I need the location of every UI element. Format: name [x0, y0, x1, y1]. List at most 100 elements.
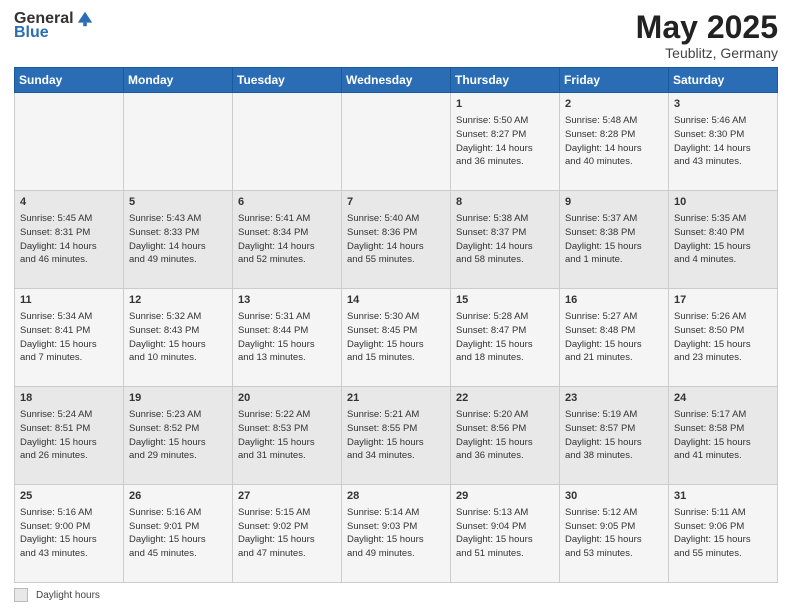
day-info: Sunrise: 5:41 AM Sunset: 8:34 PM Dayligh… [238, 212, 336, 267]
day-info: Sunrise: 5:23 AM Sunset: 8:52 PM Dayligh… [129, 408, 227, 463]
day-info: Sunrise: 5:19 AM Sunset: 8:57 PM Dayligh… [565, 408, 663, 463]
day-number: 25 [20, 489, 118, 505]
day-number: 29 [456, 489, 554, 505]
day-info: Sunrise: 5:26 AM Sunset: 8:50 PM Dayligh… [674, 310, 772, 365]
calendar-cell: 18Sunrise: 5:24 AM Sunset: 8:51 PM Dayli… [15, 387, 124, 485]
calendar-header: Sunday Monday Tuesday Wednesday Thursday… [15, 68, 778, 93]
day-info: Sunrise: 5:40 AM Sunset: 8:36 PM Dayligh… [347, 212, 445, 267]
day-info: Sunrise: 5:37 AM Sunset: 8:38 PM Dayligh… [565, 212, 663, 267]
day-number: 9 [565, 195, 663, 211]
calendar-week-3: 11Sunrise: 5:34 AM Sunset: 8:41 PM Dayli… [15, 289, 778, 387]
day-number: 28 [347, 489, 445, 505]
day-number: 10 [674, 195, 772, 211]
page: General Blue May 2025 Teublitz, Germany … [0, 0, 792, 612]
calendar-cell: 28Sunrise: 5:14 AM Sunset: 9:03 PM Dayli… [342, 485, 451, 583]
calendar-cell: 16Sunrise: 5:27 AM Sunset: 8:48 PM Dayli… [560, 289, 669, 387]
day-number: 11 [20, 293, 118, 309]
day-number: 8 [456, 195, 554, 211]
col-wednesday: Wednesday [342, 68, 451, 93]
calendar-cell: 10Sunrise: 5:35 AM Sunset: 8:40 PM Dayli… [669, 191, 778, 289]
calendar-cell: 3Sunrise: 5:46 AM Sunset: 8:30 PM Daylig… [669, 93, 778, 191]
day-number: 21 [347, 391, 445, 407]
calendar-cell: 2Sunrise: 5:48 AM Sunset: 8:28 PM Daylig… [560, 93, 669, 191]
day-info: Sunrise: 5:14 AM Sunset: 9:03 PM Dayligh… [347, 506, 445, 561]
day-info: Sunrise: 5:38 AM Sunset: 8:37 PM Dayligh… [456, 212, 554, 267]
calendar-week-5: 25Sunrise: 5:16 AM Sunset: 9:00 PM Dayli… [15, 485, 778, 583]
logo: General Blue [14, 10, 94, 42]
day-number: 31 [674, 489, 772, 505]
day-info: Sunrise: 5:21 AM Sunset: 8:55 PM Dayligh… [347, 408, 445, 463]
calendar-cell: 22Sunrise: 5:20 AM Sunset: 8:56 PM Dayli… [451, 387, 560, 485]
day-number: 12 [129, 293, 227, 309]
calendar-cell [124, 93, 233, 191]
col-tuesday: Tuesday [233, 68, 342, 93]
calendar-cell: 23Sunrise: 5:19 AM Sunset: 8:57 PM Dayli… [560, 387, 669, 485]
header: General Blue May 2025 Teublitz, Germany [14, 10, 778, 61]
day-number: 13 [238, 293, 336, 309]
legend-box [14, 588, 28, 602]
day-number: 19 [129, 391, 227, 407]
day-info: Sunrise: 5:32 AM Sunset: 8:43 PM Dayligh… [129, 310, 227, 365]
day-number: 2 [565, 97, 663, 113]
day-info: Sunrise: 5:27 AM Sunset: 8:48 PM Dayligh… [565, 310, 663, 365]
day-number: 3 [674, 97, 772, 113]
calendar-cell: 27Sunrise: 5:15 AM Sunset: 9:02 PM Dayli… [233, 485, 342, 583]
calendar-cell: 5Sunrise: 5:43 AM Sunset: 8:33 PM Daylig… [124, 191, 233, 289]
calendar-body: 1Sunrise: 5:50 AM Sunset: 8:27 PM Daylig… [15, 93, 778, 583]
calendar-cell: 12Sunrise: 5:32 AM Sunset: 8:43 PM Dayli… [124, 289, 233, 387]
day-info: Sunrise: 5:11 AM Sunset: 9:06 PM Dayligh… [674, 506, 772, 561]
calendar-cell: 31Sunrise: 5:11 AM Sunset: 9:06 PM Dayli… [669, 485, 778, 583]
day-number: 20 [238, 391, 336, 407]
day-info: Sunrise: 5:34 AM Sunset: 8:41 PM Dayligh… [20, 310, 118, 365]
day-number: 17 [674, 293, 772, 309]
calendar-cell: 6Sunrise: 5:41 AM Sunset: 8:34 PM Daylig… [233, 191, 342, 289]
day-info: Sunrise: 5:15 AM Sunset: 9:02 PM Dayligh… [238, 506, 336, 561]
col-friday: Friday [560, 68, 669, 93]
calendar-cell: 1Sunrise: 5:50 AM Sunset: 8:27 PM Daylig… [451, 93, 560, 191]
calendar-location: Teublitz, Germany [636, 45, 778, 61]
day-number: 7 [347, 195, 445, 211]
day-info: Sunrise: 5:31 AM Sunset: 8:44 PM Dayligh… [238, 310, 336, 365]
day-number: 22 [456, 391, 554, 407]
title-block: May 2025 Teublitz, Germany [636, 10, 778, 61]
calendar-cell: 20Sunrise: 5:22 AM Sunset: 8:53 PM Dayli… [233, 387, 342, 485]
day-number: 4 [20, 195, 118, 211]
day-info: Sunrise: 5:48 AM Sunset: 8:28 PM Dayligh… [565, 114, 663, 169]
calendar-cell: 14Sunrise: 5:30 AM Sunset: 8:45 PM Dayli… [342, 289, 451, 387]
legend: Daylight hours [14, 588, 778, 602]
day-number: 23 [565, 391, 663, 407]
logo-icon [76, 10, 94, 28]
day-info: Sunrise: 5:20 AM Sunset: 8:56 PM Dayligh… [456, 408, 554, 463]
day-number: 15 [456, 293, 554, 309]
day-info: Sunrise: 5:46 AM Sunset: 8:30 PM Dayligh… [674, 114, 772, 169]
calendar-cell: 4Sunrise: 5:45 AM Sunset: 8:31 PM Daylig… [15, 191, 124, 289]
day-number: 24 [674, 391, 772, 407]
day-info: Sunrise: 5:50 AM Sunset: 8:27 PM Dayligh… [456, 114, 554, 169]
calendar-cell: 19Sunrise: 5:23 AM Sunset: 8:52 PM Dayli… [124, 387, 233, 485]
calendar-cell: 7Sunrise: 5:40 AM Sunset: 8:36 PM Daylig… [342, 191, 451, 289]
day-number: 1 [456, 97, 554, 113]
col-sunday: Sunday [15, 68, 124, 93]
day-info: Sunrise: 5:22 AM Sunset: 8:53 PM Dayligh… [238, 408, 336, 463]
day-number: 14 [347, 293, 445, 309]
day-info: Sunrise: 5:16 AM Sunset: 9:01 PM Dayligh… [129, 506, 227, 561]
header-row: Sunday Monday Tuesday Wednesday Thursday… [15, 68, 778, 93]
legend-label: Daylight hours [36, 590, 100, 601]
calendar-cell [342, 93, 451, 191]
col-thursday: Thursday [451, 68, 560, 93]
calendar-cell: 11Sunrise: 5:34 AM Sunset: 8:41 PM Dayli… [15, 289, 124, 387]
day-number: 6 [238, 195, 336, 211]
calendar-cell: 13Sunrise: 5:31 AM Sunset: 8:44 PM Dayli… [233, 289, 342, 387]
day-info: Sunrise: 5:13 AM Sunset: 9:04 PM Dayligh… [456, 506, 554, 561]
calendar-week-2: 4Sunrise: 5:45 AM Sunset: 8:31 PM Daylig… [15, 191, 778, 289]
calendar-cell: 9Sunrise: 5:37 AM Sunset: 8:38 PM Daylig… [560, 191, 669, 289]
calendar-week-1: 1Sunrise: 5:50 AM Sunset: 8:27 PM Daylig… [15, 93, 778, 191]
col-saturday: Saturday [669, 68, 778, 93]
calendar-cell: 26Sunrise: 5:16 AM Sunset: 9:01 PM Dayli… [124, 485, 233, 583]
day-number: 26 [129, 489, 227, 505]
calendar-title: May 2025 [636, 10, 778, 45]
calendar-cell: 21Sunrise: 5:21 AM Sunset: 8:55 PM Dayli… [342, 387, 451, 485]
day-info: Sunrise: 5:12 AM Sunset: 9:05 PM Dayligh… [565, 506, 663, 561]
calendar-cell: 15Sunrise: 5:28 AM Sunset: 8:47 PM Dayli… [451, 289, 560, 387]
calendar-cell [15, 93, 124, 191]
